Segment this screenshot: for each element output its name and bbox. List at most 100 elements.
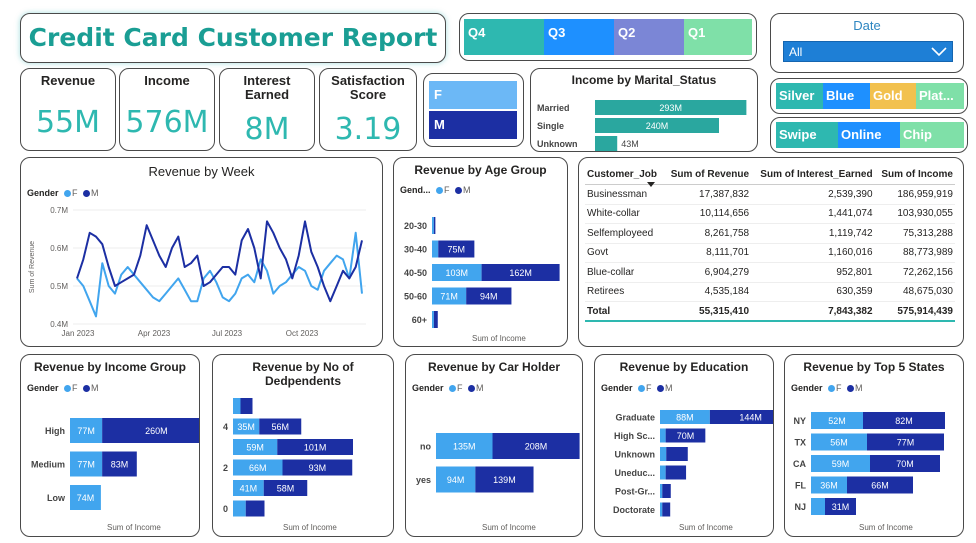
card-blue-button[interactable]: Blue [823, 83, 870, 109]
dependents-bar-f [233, 398, 241, 414]
states-category-label: TX [794, 438, 806, 448]
carholder-category-label: yes [416, 475, 431, 485]
chip-chip-button[interactable]: Chip [900, 122, 964, 148]
gender-f-button[interactable]: F [429, 81, 517, 109]
table-cell: 88,773,989 [874, 243, 955, 263]
dependents-data-label-m: 58M [277, 484, 295, 494]
kpi-income-label: Income [144, 73, 190, 88]
age-bar-m [433, 311, 438, 328]
dependents-x-axis-label: Sum of Income [283, 523, 337, 532]
kpi-interest-label: Interest Earned [243, 73, 291, 102]
chevron-down-icon [931, 47, 947, 57]
date-dropdown[interactable]: All [783, 41, 953, 62]
age-bar-f [432, 311, 434, 328]
marital-data-label: 240M [646, 121, 669, 131]
chip-swipe-button[interactable]: Swipe [776, 122, 838, 148]
week-y-tick-label: 0.6M [50, 244, 68, 253]
education-chart-card: Revenue by Education Gender F M Graduate… [594, 354, 774, 537]
chip-online-button[interactable]: Online [838, 122, 900, 148]
dependents-bar-f [233, 500, 246, 517]
dependents-bar-m [245, 500, 265, 517]
age-category-label: 50-60 [404, 292, 427, 302]
marital-data-label: 293M [659, 103, 682, 113]
quarter-q2-button[interactable]: Q2 [614, 19, 684, 55]
kpi-revenue-label: Revenue [40, 73, 96, 88]
kpi-income-card: Income 576M [119, 68, 215, 151]
incomegroup-category-label: Low [47, 493, 66, 503]
week-chart-card: Revenue by Week Gender F M 0.4M 0.5M 0.6M 0… [20, 157, 383, 347]
dependents-data-label-f: 66M [249, 463, 267, 473]
carholder-x-axis-label: Sum of Income [482, 523, 536, 532]
table-header[interactable]: Sum of Income [874, 166, 955, 185]
carholder-data-label-f: 94M [447, 475, 465, 485]
week-x-tick-label: Jul 2023 [212, 329, 243, 338]
quarter-q3-button[interactable]: Q3 [544, 19, 614, 55]
states-data-label-m: 77M [897, 438, 915, 448]
table-header[interactable]: Sum of Revenue [663, 166, 752, 185]
dependents-data-label-m: 56M [271, 422, 289, 432]
states-data-label-f: 59M [832, 459, 850, 469]
states-data-label-f: 36M [820, 481, 838, 491]
customer-job-table: Customer_Job Sum of Revenue Sum of Inter… [585, 166, 955, 322]
table-cell: 186,959,919 [874, 184, 955, 205]
incomegroup-category-label: Medium [31, 460, 65, 470]
carholder-category-label: no [420, 442, 431, 452]
card-silver-button[interactable]: Silver [776, 83, 823, 109]
table-cell: 7,843,382 [751, 301, 875, 322]
quarter-q4-button[interactable]: Q4 [464, 19, 544, 55]
table-cell: 8,111,701 [663, 243, 752, 263]
table-cell: 1,160,016 [751, 243, 875, 263]
date-dropdown-value: All [789, 45, 803, 59]
age-data-label-f: 71M [440, 292, 458, 302]
card-platinum-button[interactable]: Plat... [916, 83, 964, 109]
table-cell: 75,313,288 [874, 223, 955, 244]
week-x-tick-label: Jan 2023 [62, 329, 95, 338]
incomegroup-data-label-f: 77M [77, 460, 95, 470]
carholder-data-label-f: 135M [453, 442, 476, 452]
report-title-card: Credit Card Customer Report [20, 13, 446, 63]
table-cell: 952,801 [751, 262, 875, 283]
states-data-label-f: 52M [828, 416, 846, 426]
carholder-chart: no 135M 208M yes 94M 139M [416, 433, 580, 493]
age-data-label-m: 162M [509, 268, 532, 278]
table-cell: 103,930,055 [874, 204, 955, 224]
table-total-row: Total 55,315,410 7,843,382 575,914,439 [585, 301, 955, 322]
education-category-label: High Sc... [614, 431, 655, 441]
incomegroup-data-label-m: 260M [145, 426, 168, 436]
states-category-label: NY [793, 416, 806, 426]
education-category-label: Unknown [615, 450, 656, 460]
page-title: Credit Card Customer Report [28, 23, 438, 52]
incomegroup-data-label-f: 77M [77, 426, 95, 436]
carholder-chart-card: Revenue by Car Holder Gender F M no 135M 2… [405, 354, 583, 537]
quarter-q1-button[interactable]: Q1 [684, 19, 752, 55]
age-chart: 20-30 30-40 75M 40-50 103M 162M 50-60 71M 94M 60+ [404, 217, 560, 328]
table-row: Blue-collar 6,904,279 952,801 72,262,156 [585, 262, 955, 283]
states-data-label-m: 70M [896, 459, 914, 469]
age-x-axis-label: Sum of Income [472, 334, 526, 343]
gender-m-button[interactable]: M [429, 111, 517, 139]
table-row: White-collar 10,114,656 1,441,074 103,930,0… [585, 204, 955, 224]
table-row: Govt 8,111,701 1,160,016 88,773,989 [585, 243, 955, 263]
age-category-label: 60+ [412, 315, 427, 325]
table-header[interactable]: Sum of Interest_Earned [751, 166, 875, 185]
card-gold-button[interactable]: Gold [870, 83, 916, 109]
date-slicer-label: Date [853, 18, 881, 33]
dependents-chart: 4 35M 56M 59M 101M 2 66M 93M 41M 58M 0 [223, 398, 353, 517]
marital-category-label: Unknown [537, 139, 578, 149]
education-x-axis-label: Sum of Income [679, 523, 733, 532]
sort-descending-icon[interactable] [647, 182, 655, 188]
kpi-satisfaction-card: Satisfaction Score 3.19 [319, 68, 417, 151]
education-data-label-m: 70M [677, 431, 695, 441]
age-chart-card: Revenue by Age Group Gend... F M 20-30 30… [393, 157, 568, 347]
table-cell: 2,539,390 [751, 184, 875, 205]
education-bar-m [665, 465, 687, 480]
week-y-tick-label: 0.4M [50, 320, 68, 329]
dependents-category-label: 2 [223, 463, 228, 473]
education-bar-m [662, 484, 671, 498]
education-bar-f [660, 447, 667, 461]
kpi-interest-value: 8M [244, 112, 290, 147]
table-header-row: Customer_Job Sum of Revenue Sum of Inter… [585, 166, 955, 185]
states-chart: NY 52M 82M TX 56M 77M CA 59M 70M FL 36M 66M NJ 31M [793, 412, 945, 515]
incomegroup-x-axis-label: Sum of Income [107, 523, 161, 532]
gender-slicer: F M [423, 73, 524, 147]
